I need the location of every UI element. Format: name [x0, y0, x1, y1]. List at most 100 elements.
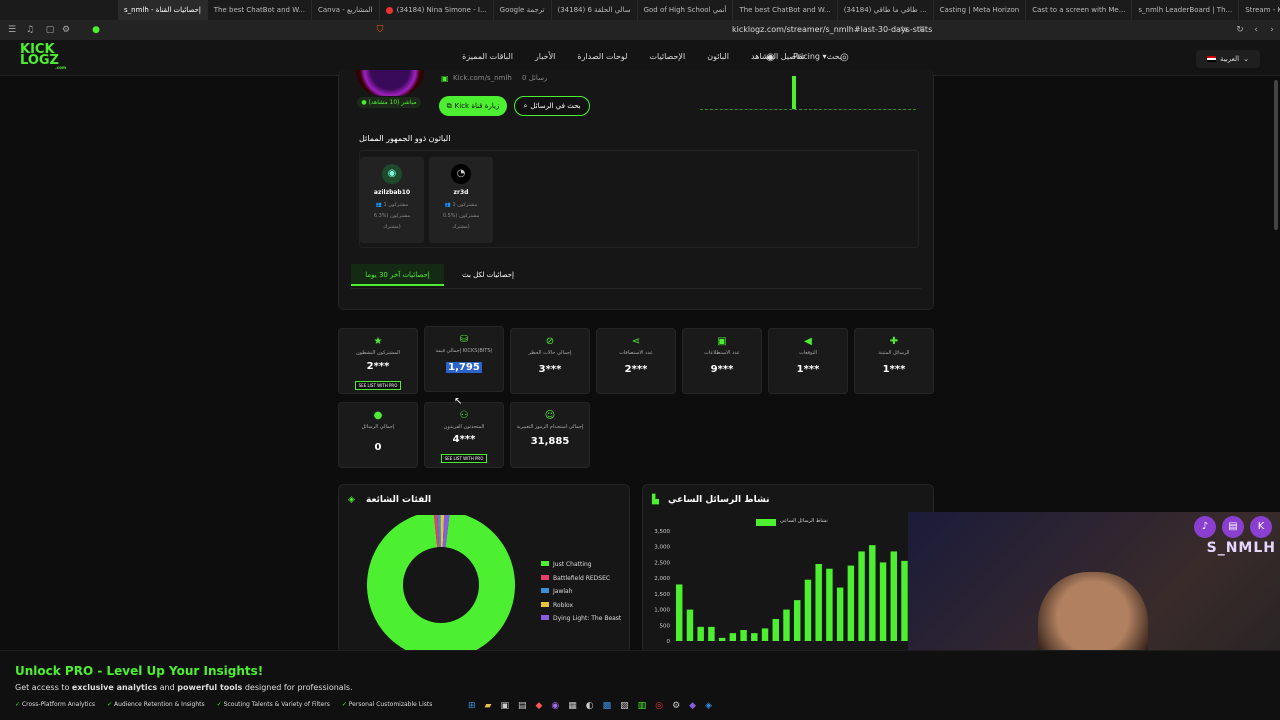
- youtube-icon: [385, 6, 393, 14]
- nav-streamers[interactable]: البائون: [707, 52, 729, 61]
- hourly-bar: [890, 551, 897, 641]
- translate-icon[interactable]: ⇆: [898, 24, 910, 36]
- folder-icon[interactable]: ▰: [485, 701, 492, 711]
- tab-chatbot[interactable]: The best ChatBot and W...: [208, 0, 312, 20]
- sparkline-bar: [792, 76, 796, 109]
- chevron-down-icon: ⌄: [1243, 55, 1249, 63]
- pin-icon: ✚: [889, 336, 899, 347]
- tab-kicklogz[interactable]: s_nmlh - إحصائيات القناة: [118, 0, 208, 20]
- tab-youtube-3[interactable]: (34184) طاقي ما طاقي ...: [838, 0, 934, 20]
- check-icon[interactable]: ●: [90, 24, 102, 36]
- users-icon: 👥: [375, 202, 382, 208]
- tab-youtube-1[interactable]: (34184) Nina Simone - I...: [380, 0, 494, 20]
- app-icon[interactable]: ▩: [603, 701, 612, 711]
- hourly-bar: [901, 560, 908, 641]
- see-list-pro-button[interactable]: SEE LIST WITH PRO: [440, 454, 488, 463]
- check-icon: ✓: [216, 701, 222, 708]
- app-icon[interactable]: ▣: [500, 701, 509, 711]
- see-list-pro-button[interactable]: SEE LIST WITH PRO: [354, 381, 402, 390]
- back-icon[interactable]: ‹: [1250, 24, 1262, 36]
- discord-icon[interactable]: ◉: [551, 701, 559, 711]
- discord-icon[interactable]: ◉: [766, 52, 775, 63]
- browser-tab-bar: s_nmlh - إحصائيات القناة The best ChatBo…: [0, 0, 1280, 20]
- tab-chatbot-2[interactable]: The best ChatBot and W...: [733, 0, 838, 20]
- chat-icon: ●: [373, 410, 383, 421]
- language-selector[interactable]: العربية ⌄: [1196, 50, 1260, 68]
- kick-icon: K: [1250, 516, 1272, 538]
- legend-swatch: [541, 601, 549, 607]
- tab-anime[interactable]: God of High School أنمي: [638, 0, 734, 20]
- tab-youtube-2[interactable]: (34184) سالي الحلقة 6: [552, 0, 638, 20]
- stat-kicks-value: ⛁ إجمالي قيمة KICKS(BITS) 1,795: [424, 326, 504, 392]
- music-icon[interactable]: ♫: [24, 24, 36, 36]
- app-icon[interactable]: ◆: [689, 701, 696, 711]
- tab-translate[interactable]: Google ترجمة: [494, 0, 552, 20]
- nav-news[interactable]: الأخبار: [535, 52, 555, 61]
- forward-icon[interactable]: ›: [1266, 24, 1278, 36]
- hourly-bar: [794, 600, 801, 641]
- stat-predictions: ◀ التوقعات 1***: [768, 328, 848, 394]
- live-badge: ● مباشر (10 مشاهد): [357, 97, 421, 108]
- avatar: ◉: [382, 164, 402, 184]
- menu-icon[interactable]: ☰: [6, 24, 18, 36]
- tab-last-30-days[interactable]: إحصائيات آخر 30 يوما: [351, 264, 444, 286]
- app-icon[interactable]: ▦: [568, 701, 577, 711]
- tab-canva[interactable]: Canva - المشاريع: [312, 0, 380, 20]
- reload-icon[interactable]: ↻: [1234, 24, 1246, 36]
- feature-item: ✓ Personal Customizable Lists: [341, 701, 433, 708]
- legend-label: نشاط الرسائل الساعي: [780, 518, 828, 524]
- browser-icon[interactable]: ◆: [536, 701, 543, 711]
- visit-kick-button[interactable]: ⧉ Kick زيارة قناة: [439, 96, 507, 116]
- tab-meta-casting[interactable]: Casting | Meta Horizon: [934, 0, 1027, 20]
- app-icon[interactable]: ◐: [586, 701, 594, 711]
- app-icon[interactable]: ▥: [638, 701, 647, 711]
- app-icon[interactable]: ▨: [620, 701, 629, 711]
- categories-legend: Just Chatting Battlefield REDSEC Jawlah Rob…: [541, 558, 621, 626]
- shield-icon[interactable]: ⛉: [374, 24, 386, 36]
- legend-swatch: [541, 615, 549, 620]
- tab-per-stream[interactable]: إحصائيات لكل بث: [452, 264, 524, 286]
- start-icon[interactable]: ⊞: [468, 701, 476, 711]
- search-messages-button[interactable]: ⌕ بحث في الرسائل: [514, 96, 590, 116]
- pro-promo-bar: Unlock PRO - Level Up Your Insights! Get…: [0, 650, 1280, 720]
- social-icons: ♪ ▤ K: [1194, 516, 1272, 538]
- nav-pricing[interactable]: Pricing ▾: [793, 52, 827, 61]
- similar-card[interactable]: ◉ azilzbab10 👥 مشتركون 1 مشتركون (%6.3 مشت…: [360, 157, 424, 243]
- sidebar-icon[interactable]: ▢: [44, 24, 56, 36]
- tab-leaderboard[interactable]: s_nmlh LeaderBoard | Th...: [1132, 0, 1240, 20]
- hourly-bar: [718, 637, 726, 641]
- kick-handle[interactable]: Kick.com/s_nmlh: [453, 74, 512, 82]
- legend-label: Roblox: [553, 601, 574, 609]
- address-bar: ☰ ♫ ▢ ⚙ ● ⛉ kicklogz.com/streamer/s_nmlh…: [0, 20, 1280, 40]
- smile-icon: ☺: [544, 410, 556, 421]
- app-icon[interactable]: ◎: [655, 701, 663, 711]
- nav-links: بحث تفاصيل المشاهد البائون الإحصائيات لو…: [462, 52, 842, 61]
- nav-leaderboards[interactable]: لوحات الصدارة: [577, 52, 627, 61]
- page-scrollbar[interactable]: [1274, 80, 1278, 230]
- categories-donut: [367, 515, 515, 651]
- legend-item: Jawlah: [541, 585, 621, 599]
- tiktok-icon: ♪: [1194, 516, 1216, 538]
- sparkline-baseline: [700, 109, 916, 110]
- y-tick-label: 3,000: [654, 545, 670, 551]
- hourly-bar: [708, 626, 715, 641]
- app-icon[interactable]: ⚙: [672, 701, 680, 711]
- app-icon[interactable]: ▤: [518, 701, 527, 711]
- hourly-bar: [761, 628, 769, 641]
- nav-premium[interactable]: الباقات المميزة: [462, 52, 513, 61]
- tab-cast[interactable]: Cast to a screen with Me...: [1026, 0, 1133, 20]
- extensions-icon[interactable]: ⚙: [60, 24, 72, 36]
- tab-kick-dashboard[interactable]: Stream - Kick Dashb...: [1239, 0, 1280, 20]
- app-icon[interactable]: ◈: [705, 701, 712, 711]
- bookmark-icon[interactable]: ⌑: [916, 24, 928, 36]
- nav-statistics[interactable]: الإحصائيات: [649, 52, 685, 61]
- similar-card[interactable]: ◔ zr3d 👥 مشتركون 1 مشتركون (%0.5 مشترك): [429, 157, 493, 243]
- mouse-cursor-icon: ↖: [454, 396, 463, 407]
- hourly-bar: [729, 633, 737, 641]
- hourly-bar: [804, 579, 812, 641]
- promo-title: Unlock PRO - Level Up Your Insights!: [15, 664, 264, 678]
- hourly-bar-chart: 3,500 3,000 2,500 2,000 1,500 1,000 500 0: [654, 529, 908, 645]
- hourly-bar: [869, 545, 876, 641]
- user-icon[interactable]: ◎: [840, 52, 849, 63]
- kicklogz-logo[interactable]: KICK LOGZ .com: [20, 43, 66, 70]
